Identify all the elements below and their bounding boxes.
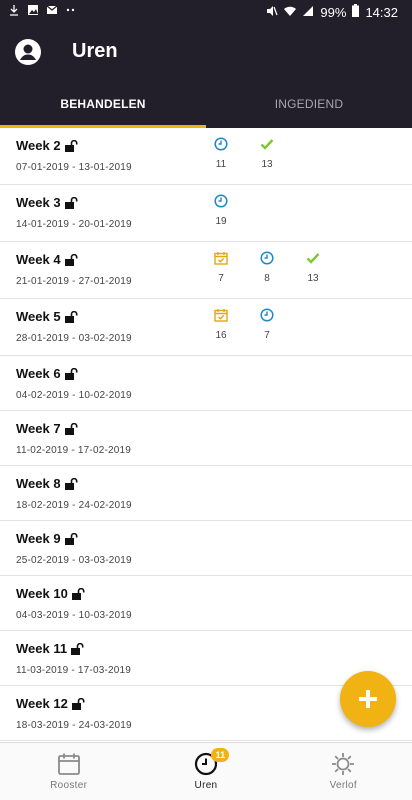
mail-icon xyxy=(46,3,58,21)
mute-icon xyxy=(266,5,278,20)
image-icon xyxy=(27,3,39,21)
notification-icons xyxy=(8,4,77,20)
week-dates: 07-01-2019 - 13-01-2019 xyxy=(16,162,132,173)
unlocked-icon xyxy=(71,697,85,710)
week-title: Week 12 xyxy=(16,696,68,711)
calendar-icon xyxy=(57,753,80,775)
unlocked-icon xyxy=(64,422,78,435)
unlocked-icon xyxy=(64,532,78,545)
hours-stat: 8 xyxy=(252,251,282,284)
clock-icon xyxy=(214,194,228,208)
nav-verlof[interactable]: Verlof xyxy=(275,743,412,800)
status-bar: 99% 14:32 xyxy=(0,0,412,24)
sun-icon xyxy=(332,753,355,775)
week-dates: 14-01-2019 - 20-01-2019 xyxy=(16,219,132,230)
account-icon[interactable] xyxy=(15,39,41,65)
nav-uren[interactable]: 11 Uren xyxy=(137,743,274,800)
week-dates: 28-01-2019 - 03-02-2019 xyxy=(16,333,132,344)
week-dates: 04-03-2019 - 10-03-2019 xyxy=(16,610,132,621)
week-row[interactable]: Week 10 04-03-2019 - 10-03-2019 xyxy=(0,576,412,631)
clock-icon xyxy=(214,137,228,151)
week-title: Week 7 xyxy=(16,421,61,436)
planned-stat: 7 xyxy=(206,251,236,284)
week-dates: 21-01-2019 - 27-01-2019 xyxy=(16,276,132,287)
hours-stat: 19 xyxy=(206,194,236,227)
page-title: Uren xyxy=(72,40,118,62)
unlocked-icon xyxy=(64,253,78,266)
week-row[interactable]: Week 2 07-01-2019 - 13-01-2019 11 13 xyxy=(0,128,412,185)
week-title: Week 4 xyxy=(16,252,61,267)
week-title: Week 2 xyxy=(16,138,61,153)
unlocked-icon xyxy=(64,367,78,380)
more-notifications-icon xyxy=(65,3,77,21)
nav-label: Rooster xyxy=(50,780,88,791)
tab-behandelen[interactable]: BEHANDELEN xyxy=(0,80,206,128)
calendar-check-icon xyxy=(214,309,228,322)
approved-stat: 13 xyxy=(298,251,328,284)
clock-icon xyxy=(260,251,274,265)
hours-stat: 11 xyxy=(206,137,236,170)
hours-stat: 7 xyxy=(252,308,282,341)
week-dates: 18-02-2019 - 24-02-2019 xyxy=(16,500,132,511)
unlocked-icon xyxy=(64,310,78,323)
add-button[interactable] xyxy=(340,671,396,727)
clock-icon xyxy=(260,308,274,322)
week-title: Week 6 xyxy=(16,366,61,381)
week-row[interactable]: Week 8 18-02-2019 - 24-02-2019 xyxy=(0,466,412,521)
wifi-icon xyxy=(284,5,297,20)
week-row[interactable]: Week 6 04-02-2019 - 10-02-2019 xyxy=(0,356,412,411)
unlocked-icon xyxy=(64,139,78,152)
week-title: Week 9 xyxy=(16,531,61,546)
check-icon xyxy=(306,253,320,264)
planned-stat: 16 xyxy=(206,308,236,341)
hours-count: 8 xyxy=(264,273,270,284)
approved-count: 13 xyxy=(307,273,319,284)
hours-count: 19 xyxy=(215,216,227,227)
planned-count: 7 xyxy=(218,273,224,284)
week-title: Week 8 xyxy=(16,476,61,491)
tab-bar: BEHANDELEN INGEDIEND xyxy=(0,80,412,128)
planned-count: 16 xyxy=(215,330,227,341)
week-list: Week 2 07-01-2019 - 13-01-2019 11 13 Wee… xyxy=(0,128,412,742)
nav-rooster[interactable]: Rooster xyxy=(0,743,137,800)
notification-badge: 11 xyxy=(211,748,230,762)
week-row[interactable]: Week 4 21-01-2019 - 27-01-2019 7 8 13 xyxy=(0,242,412,299)
week-row[interactable]: Week 5 28-01-2019 - 03-02-2019 16 7 xyxy=(0,299,412,356)
week-dates: 18-03-2019 - 24-03-2019 xyxy=(16,720,132,731)
week-title: Week 5 xyxy=(16,309,61,324)
clock-time: 14:32 xyxy=(365,4,398,20)
week-title: Week 10 xyxy=(16,586,68,601)
signal-icon xyxy=(302,5,314,20)
approved-stat: 13 xyxy=(252,137,282,170)
week-row[interactable]: Week 3 14-01-2019 - 20-01-2019 19 xyxy=(0,185,412,242)
battery-icon xyxy=(352,4,360,20)
download-icon xyxy=(8,3,20,21)
nav-label: Uren xyxy=(194,780,218,791)
plus-icon xyxy=(359,690,377,708)
week-dates: 11-03-2019 - 17-03-2019 xyxy=(16,665,132,676)
unlocked-icon xyxy=(71,587,85,600)
week-row[interactable]: Week 9 25-02-2019 - 03-03-2019 xyxy=(0,521,412,576)
app-bar: Uren xyxy=(0,24,412,80)
unlocked-icon xyxy=(71,642,84,655)
hours-count: 7 xyxy=(264,330,270,341)
week-dates: 25-02-2019 - 03-03-2019 xyxy=(16,555,132,566)
unlocked-icon xyxy=(64,196,78,209)
bottom-nav: Rooster 11 Uren Verlof xyxy=(0,742,412,800)
check-icon xyxy=(260,139,274,150)
battery-percent: 99% xyxy=(320,4,347,20)
week-dates: 11-02-2019 - 17-02-2019 xyxy=(16,445,132,456)
week-row[interactable]: Week 7 11-02-2019 - 17-02-2019 xyxy=(0,411,412,466)
week-dates: 04-02-2019 - 10-02-2019 xyxy=(16,390,132,401)
approved-count: 13 xyxy=(261,159,273,170)
week-title: Week 11 xyxy=(16,641,68,656)
unlocked-icon xyxy=(64,477,78,490)
hours-count: 11 xyxy=(215,159,227,170)
tab-ingediend[interactable]: INGEDIEND xyxy=(206,80,412,128)
week-title: Week 3 xyxy=(16,195,61,210)
calendar-check-icon xyxy=(214,252,228,265)
nav-label: Verlof xyxy=(329,780,357,791)
